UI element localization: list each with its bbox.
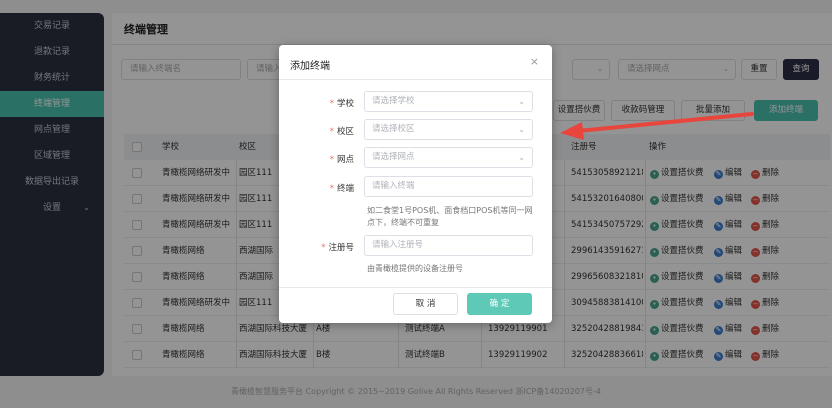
reg-no-input[interactable]: 请输入注册号 — [364, 235, 533, 256]
reg-no-hint: 由青橄榄提供的设备注册号 — [367, 264, 463, 273]
annotation-arrow-icon — [560, 112, 754, 140]
school-label: * 学校 — [329, 99, 354, 109]
campus-select[interactable]: 请选择校区 ⌄ — [364, 119, 533, 140]
add-terminal-dialog: 添加终端 × * 学校 请选择学校 ⌄ * 校区 请选择校区 ⌄ * 网点 请选择网点 ⌄ … — [279, 45, 552, 323]
terminal-hint: 如二食堂1号POS机、面食档口POS机等同一网点下，终端不可重复 — [367, 206, 533, 227]
close-icon[interactable]: × — [530, 55, 539, 68]
reg-no-label: * 注册号 — [321, 243, 354, 253]
chevron-down-icon: ⌄ — [518, 125, 525, 134]
outlet-label: * 网点 — [329, 155, 354, 165]
terminal-input[interactable]: 请输入终端 — [364, 176, 533, 197]
chevron-down-icon: ⌄ — [518, 97, 525, 106]
campus-label: * 校区 — [329, 127, 354, 137]
outlet-select[interactable]: 请选择网点 ⌄ — [364, 147, 533, 168]
dialog-title: 添加终端 — [290, 61, 330, 72]
terminal-label: * 终端 — [329, 184, 354, 194]
divider — [279, 287, 552, 288]
cancel-button[interactable]: 取 消 — [393, 293, 458, 315]
school-select[interactable]: 请选择学校 ⌄ — [364, 91, 533, 112]
confirm-button[interactable]: 确 定 — [467, 293, 532, 315]
chevron-down-icon: ⌄ — [518, 153, 525, 162]
divider — [279, 79, 552, 80]
